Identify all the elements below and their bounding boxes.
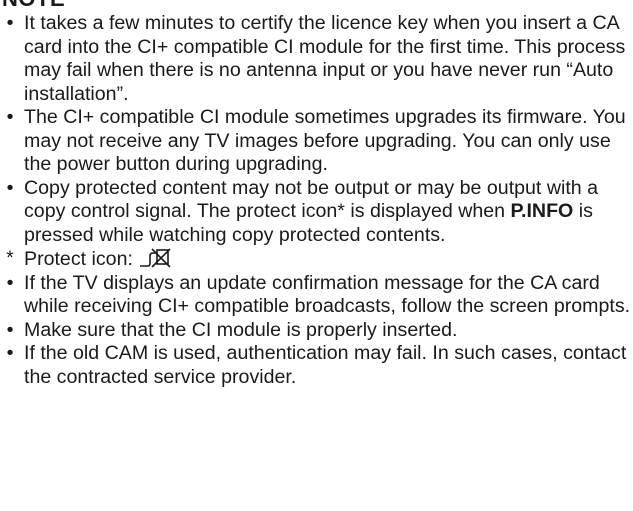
note-text-update-confirmation: If the TV displays an update confirmatio… (24, 271, 631, 318)
list-item: • It takes a few minutes to certify the … (0, 12, 633, 106)
note-text-copy-protect: Copy protected content may not be output… (24, 177, 598, 246)
bullet-icon: • (6, 12, 14, 34)
list-item: • Copy protected content may not be outp… (0, 177, 633, 248)
note-heading: NOTE (2, 0, 633, 12)
note-text-firmware: The CI+ compatible CI module sometimes u… (24, 106, 626, 175)
note-text-old-cam: If the old CAM is used, authentication m… (24, 342, 627, 388)
bullet-icon: • (6, 106, 14, 128)
bullet-icon: • (6, 176, 14, 199)
list-item: * Protect icon: (0, 247, 633, 272)
asterisk-mark: * (6, 248, 14, 269)
list-item: • The CI+ compatible CI module sometimes… (0, 106, 633, 177)
protect-icon (140, 248, 171, 268)
note-section: NOTE • It takes a few minutes to certify… (0, 0, 633, 389)
bullet-icon: • (6, 318, 14, 341)
list-item: • Make sure that the CI module is proper… (0, 319, 633, 343)
note-text-licence-key: It takes a few minutes to certify the li… (24, 12, 626, 105)
bullet-icon: • (6, 271, 14, 294)
footnote-label: Protect icon: (24, 248, 133, 270)
note-text-module-inserted: Make sure that the CI module is properly… (24, 318, 458, 341)
list-item: • If the TV displays an update confirmat… (0, 272, 633, 319)
pinfo-key-label: P.INFO (510, 200, 574, 222)
bullet-icon: • (6, 342, 14, 364)
list-item: • If the old CAM is used, authentication… (0, 342, 633, 389)
note-list: • It takes a few minutes to certify the … (0, 12, 633, 389)
